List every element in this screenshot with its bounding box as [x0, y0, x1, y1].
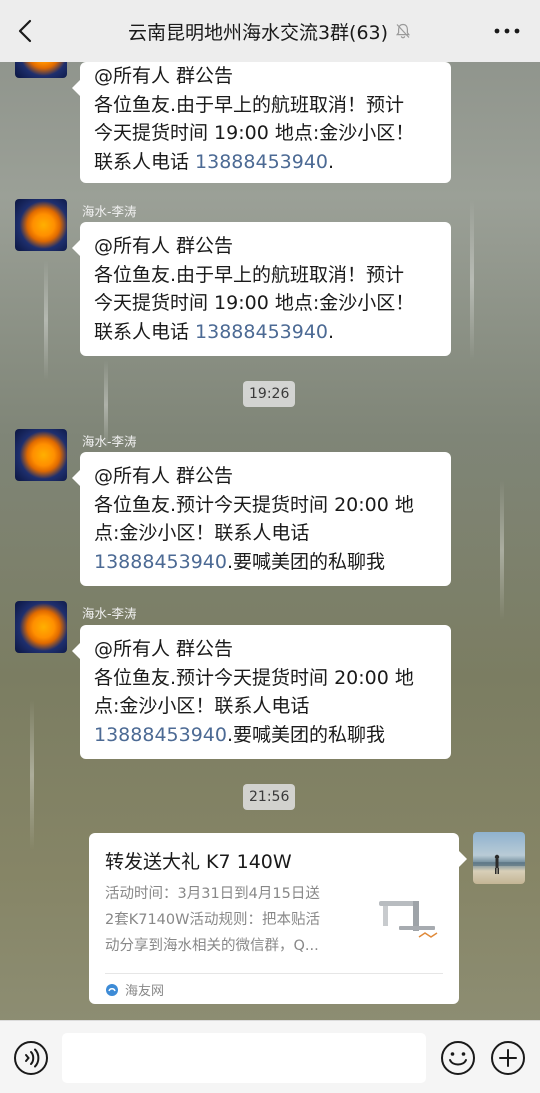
aquarium-light-image [373, 893, 443, 949]
card-source: 海友网 [105, 980, 164, 999]
message-line: @所有人 群公告 [94, 235, 234, 257]
message-suffix: .要喊美团的私聊我 [226, 723, 386, 746]
message-suffix: .要喊美团的私聊我 [226, 550, 386, 573]
message-line: 各位鱼友.预计今天提货时间 20:00 地 [94, 666, 414, 689]
sender-avatar[interactable] [15, 429, 67, 481]
sender-name: 海水-李涛 [82, 434, 137, 449]
message-line: 今天提货时间 19:00 地点:金沙小区！ [94, 122, 415, 144]
my-avatar[interactable] [473, 832, 525, 884]
background-streak [44, 260, 48, 380]
mini-program-icon [106, 983, 118, 996]
background-streak [470, 200, 474, 360]
timestamp-badge: 21:56 [243, 784, 296, 810]
message-bubble[interactable]: @所有人 群公告 各位鱼友.预计今天提货时间 20:00 地 点:金沙小区！联系… [72, 452, 451, 586]
chat-title-area: 云南昆明地州海水交流3群(63) [60, 0, 480, 62]
background-streak [30, 700, 34, 850]
message-suffix: . [328, 150, 335, 173]
message-input[interactable] [62, 1033, 426, 1083]
message-line: 点:金沙小区！联系人电话 [94, 695, 310, 717]
message-input-bar [0, 1020, 540, 1093]
sender-avatar[interactable] [15, 199, 67, 251]
plus-icon[interactable] [490, 1040, 526, 1076]
card-description: 活动时间：3月31日到4月15日送 2套K7140W活动规则：把本贴活 动分享到… [105, 881, 363, 959]
card-divider [105, 973, 443, 974]
shared-link-card[interactable]: 转发送大礼 K7 140W 活动时间：3月31日到4月15日送 2套K7140W… [89, 833, 467, 1004]
timestamp-badge: 19:26 [243, 381, 296, 407]
sender-name: 海水-李涛 [82, 204, 137, 219]
card-description-line: 动分享到海水相关的微信群，Q... [105, 938, 319, 954]
message-line: @所有人 群公告 [94, 465, 234, 487]
message-line: @所有人 群公告 [94, 65, 234, 87]
contact-label: 联系人电话 [94, 150, 196, 173]
chevron-left-icon[interactable] [12, 17, 40, 45]
bell-off-icon [396, 23, 411, 39]
message-line: 各位鱼友.预计今天提货时间 20:00 地 [94, 493, 414, 516]
contact-label: 联系人电话 [94, 320, 196, 343]
message-bubble[interactable]: @所有人 群公告 各位鱼友.由于早上的航班取消！预计 今天提货时间 19:00 … [72, 62, 451, 183]
message-line: 各位鱼友.由于早上的航班取消！预计 [94, 93, 405, 116]
more-horizontal-icon[interactable] [492, 20, 522, 42]
phone-link[interactable]: 13888453940 [195, 321, 328, 343]
message-line: 13888453940.要喊美团的私聊我 [94, 721, 437, 750]
top-navigation-bar: 云南昆明地州海水交流3群(63) [0, 0, 540, 62]
voice-icon[interactable] [13, 1040, 49, 1076]
card-description-line: 活动时间：3月31日到4月15日送 [105, 886, 320, 902]
chat-title: 云南昆明地州海水交流3群(63) [127, 21, 389, 44]
person-silhouette-icon [473, 854, 525, 874]
message-line: 各位鱼友.由于早上的航班取消！预计 [94, 263, 405, 286]
chat-screen: 云南昆明地州海水交流3群(63) @所有人 群公告 各位鱼友.由于早上的航班取消… [0, 0, 540, 1093]
message-line: 联系人电话 13888453940. [94, 148, 437, 177]
message-line: 13888453940.要喊美团的私聊我 [94, 548, 437, 577]
message-suffix: . [328, 320, 335, 343]
emoji-icon[interactable] [440, 1040, 476, 1076]
card-source-name: 海友网 [125, 984, 165, 999]
message-line: 联系人电话 13888453940. [94, 318, 437, 347]
message-line: 点:金沙小区！联系人电话 [94, 522, 310, 544]
card-description-line: 2套K7140W活动规则：把本贴活 [105, 912, 320, 928]
card-title: 转发送大礼 K7 140W [105, 851, 292, 873]
message-bubble[interactable]: @所有人 群公告 各位鱼友.由于早上的航班取消！预计 今天提货时间 19:00 … [72, 222, 451, 356]
message-line: 今天提货时间 19:00 地点:金沙小区！ [94, 292, 415, 314]
background-streak [500, 480, 504, 620]
sender-name: 海水-李涛 [82, 606, 137, 621]
sender-avatar[interactable] [15, 601, 67, 653]
message-line: @所有人 群公告 [94, 638, 234, 660]
phone-link[interactable]: 13888453940 [94, 724, 227, 746]
message-bubble[interactable]: @所有人 群公告 各位鱼友.预计今天提货时间 20:00 地 点:金沙小区！联系… [72, 625, 451, 759]
phone-link[interactable]: 13888453940 [94, 551, 227, 573]
phone-link[interactable]: 13888453940 [195, 151, 328, 173]
